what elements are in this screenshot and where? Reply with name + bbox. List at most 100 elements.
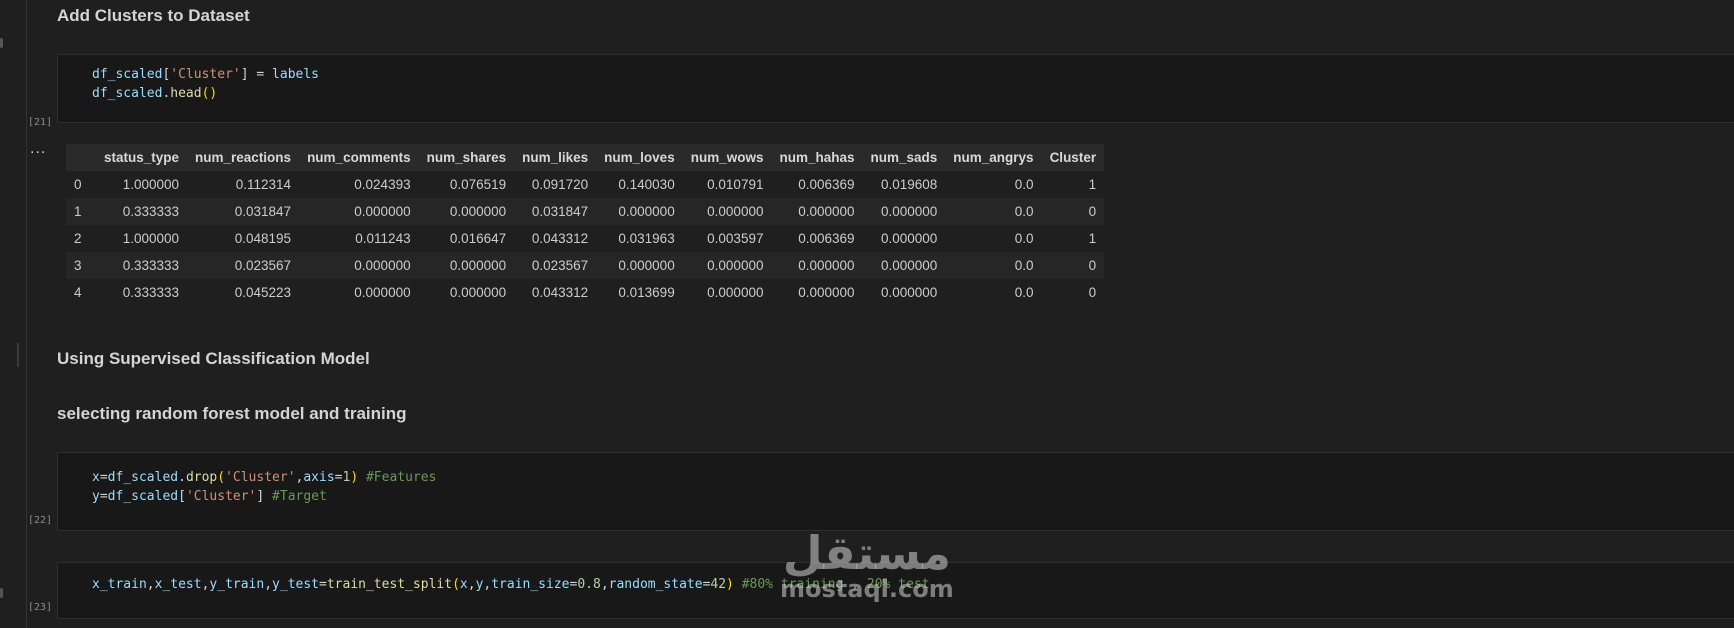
code-token: () — [201, 86, 218, 101]
table-cell: 0.000000 — [618, 258, 675, 273]
code-token: x_train — [92, 577, 147, 592]
column-header: num_reactions — [195, 150, 292, 165]
code-token: df_scaled — [107, 489, 179, 504]
table-cell: 0.112314 — [235, 177, 292, 192]
column-header: num_angrys — [953, 150, 1034, 165]
table-cell: 0.091720 — [531, 177, 589, 192]
table-cell: 0.045223 — [234, 285, 292, 300]
code-token: x_test — [154, 577, 202, 592]
table-cell: 0.024393 — [354, 177, 411, 192]
code-token: random_state — [608, 577, 703, 592]
markdown-heading-supervised: Using Supervised Classification Model — [57, 349, 370, 368]
table-cell: 0.000000 — [618, 204, 675, 219]
table-cell: 0.333333 — [122, 285, 180, 300]
dataframe-output-table: status_type num_reactions num_comments num_… — [66, 144, 1105, 306]
collapse-marker[interactable] — [0, 38, 3, 48]
code-cell-23[interactable]: x_train,x_test,y_train,y_test=train_test… — [57, 562, 1734, 619]
table-cell: 1 — [1088, 177, 1097, 192]
markdown-focus-bar — [17, 343, 19, 367]
table-cell: 1 — [1088, 231, 1097, 246]
row-index: 3 — [74, 258, 82, 273]
table-cell: 0.043312 — [531, 231, 589, 246]
code-token: 'Cluster' — [185, 489, 257, 504]
column-header: num_wows — [690, 150, 764, 165]
code-token: y_train — [209, 577, 265, 592]
table-cell: 0.0 — [1014, 285, 1034, 300]
table-cell: 0.006369 — [798, 177, 855, 192]
column-header: num_hahas — [779, 150, 855, 165]
execution-count: [22] — [28, 515, 53, 526]
table-cell: 0 — [1088, 204, 1097, 219]
code-token: = — [99, 489, 108, 504]
table-cell: 0.076519 — [449, 177, 507, 192]
code-cell-21[interactable]: df_scaled['Cluster'] = labels df_scaled.… — [57, 54, 1734, 123]
table-cell: 0.031963 — [618, 231, 675, 246]
table-cell: 0.013699 — [618, 285, 675, 300]
code-token: 0.8 — [577, 577, 601, 592]
table-cell: 0.011243 — [355, 231, 411, 246]
column-header: num_shares — [426, 150, 507, 165]
column-header: num_loves — [604, 150, 675, 165]
code-token: df_scaled — [92, 67, 163, 82]
code-editor[interactable]: x=df_scaled.drop('Cluster',axis=1) #Feat… — [92, 468, 436, 506]
code-token: y_test — [272, 577, 320, 592]
table-cell: 0.000000 — [707, 204, 764, 219]
table-cell: 0.0 — [1014, 258, 1034, 273]
output-more-icon[interactable]: ... — [30, 140, 46, 158]
code-token: , — [600, 577, 609, 592]
table-cell: 1.000000 — [122, 231, 180, 246]
table-cell: 1.000000 — [122, 177, 180, 192]
code-token: , — [467, 577, 476, 592]
code-token: ] — [240, 67, 249, 82]
table-cell: 0.000000 — [354, 285, 411, 300]
code-token: = — [99, 470, 108, 485]
code-token: ( — [452, 577, 460, 592]
code-editor[interactable]: df_scaled['Cluster'] = labels df_scaled.… — [92, 65, 319, 103]
row-index: 1 — [74, 204, 82, 219]
table-cell: 0.000000 — [798, 258, 855, 273]
row-index: 0 — [74, 177, 82, 192]
code-token: drop — [185, 470, 218, 485]
table-cell: 0.016647 — [449, 231, 507, 246]
code-token: , — [264, 577, 273, 592]
table-cell: 0.048195 — [234, 231, 292, 246]
table-cell: 0.000000 — [354, 204, 411, 219]
column-header: Cluster — [1049, 150, 1097, 165]
table-cell: 0.000000 — [707, 285, 764, 300]
code-token: df_scaled — [107, 470, 179, 485]
table-cell: 0.000000 — [880, 258, 938, 273]
code-token: train_test_split — [326, 577, 453, 592]
code-editor[interactable]: x_train,x_test,y_train,y_test=train_test… — [92, 575, 930, 594]
code-cell-22[interactable]: x=df_scaled.drop('Cluster',axis=1) #Feat… — [57, 452, 1734, 531]
table-cell: 0.023567 — [234, 258, 292, 273]
code-token: = — [319, 577, 327, 592]
code-comment: #80% training , 20% test — [741, 577, 930, 592]
table-header-row: status_type num_reactions num_comments num_… — [66, 144, 1105, 171]
code-token: 'Cluster' — [225, 470, 296, 485]
table-cell: 0.140030 — [618, 177, 675, 192]
table-cell: 0.031847 — [234, 204, 292, 219]
code-token: labels — [272, 67, 320, 82]
code-token: 'Cluster' — [170, 67, 241, 82]
table-cell: 0 — [1088, 285, 1097, 300]
table-cell: 0.333333 — [122, 258, 180, 273]
table-row: 4 0.333333 0.045223 0.000000 0.000000 0.04331… — [66, 279, 1105, 306]
markdown-heading-random-forest: selecting random forest model and traini… — [57, 404, 407, 423]
table-cell: 0.000000 — [449, 285, 507, 300]
row-index: 4 — [74, 285, 82, 300]
table-cell: 0.000000 — [798, 285, 855, 300]
code-token: = — [248, 67, 273, 82]
collapse-marker[interactable] — [0, 588, 3, 598]
code-token: train_size — [491, 577, 570, 592]
table-cell: 0.000000 — [449, 258, 507, 273]
execution-count: [23] — [28, 602, 53, 613]
table-cell: 0.0 — [1014, 204, 1034, 219]
table-cell: 0.023567 — [531, 258, 589, 273]
notebook-gutter — [26, 0, 27, 628]
table-cell: 0.0 — [1014, 231, 1034, 246]
code-token: , — [146, 577, 155, 592]
table-row: 1 0.333333 0.031847 0.000000 0.000000 0.03184… — [66, 198, 1105, 225]
code-token: 42 — [710, 577, 727, 592]
markdown-heading-add-clusters: Add Clusters to Dataset — [57, 6, 250, 25]
